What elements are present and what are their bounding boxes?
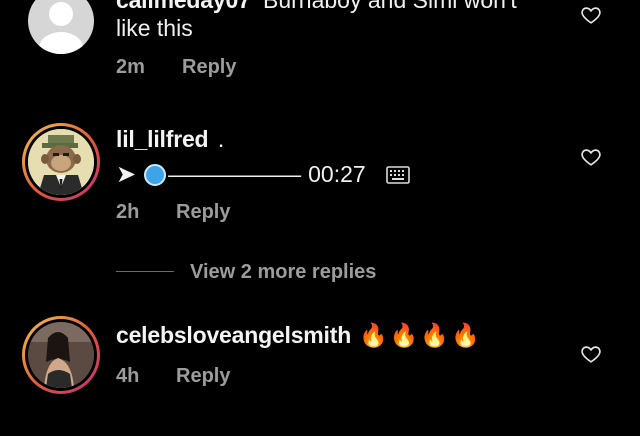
view-more-replies-label[interactable]: View 2 more replies bbox=[190, 261, 376, 284]
comment-username[interactable]: lil_lilfred bbox=[116, 126, 209, 152]
comment-text-line2: like this bbox=[116, 15, 193, 41]
keyboard-icon bbox=[385, 165, 410, 184]
reply-button[interactable]: Reply bbox=[176, 365, 230, 388]
photo-avatar-icon bbox=[28, 322, 94, 388]
avatar[interactable] bbox=[22, 316, 100, 394]
comment-text: 🔥🔥🔥🔥 bbox=[359, 322, 482, 348]
avatar[interactable] bbox=[22, 123, 100, 201]
username-suffix: . bbox=[217, 126, 225, 152]
comment-time: 2m bbox=[116, 56, 145, 78]
comment-time: 2h bbox=[116, 201, 140, 223]
replies-divider-line bbox=[116, 271, 174, 272]
comment-username[interactable]: celebsloveangelsmith bbox=[116, 322, 351, 349]
voice-progress-dot[interactable] bbox=[144, 163, 167, 186]
voice-progress-line: —————— bbox=[168, 161, 301, 187]
heart-icon[interactable] bbox=[580, 343, 602, 365]
voice-prefix-arrow: ➤ bbox=[116, 161, 137, 188]
voice-duration: 00:27 bbox=[308, 161, 366, 187]
ape-nft-avatar-icon bbox=[28, 129, 94, 195]
heart-icon[interactable] bbox=[580, 146, 602, 168]
reply-button[interactable]: Reply bbox=[176, 201, 230, 224]
avatar[interactable] bbox=[28, 0, 94, 54]
default-avatar-icon bbox=[39, 2, 83, 54]
comment-time: 4h bbox=[116, 365, 140, 387]
comment-username[interactable]: callmeday07 bbox=[116, 0, 251, 13]
heart-icon[interactable] bbox=[580, 4, 602, 26]
comment-text: Burnaboy and Simi won't bbox=[263, 0, 517, 13]
reply-button[interactable]: Reply bbox=[182, 56, 236, 79]
